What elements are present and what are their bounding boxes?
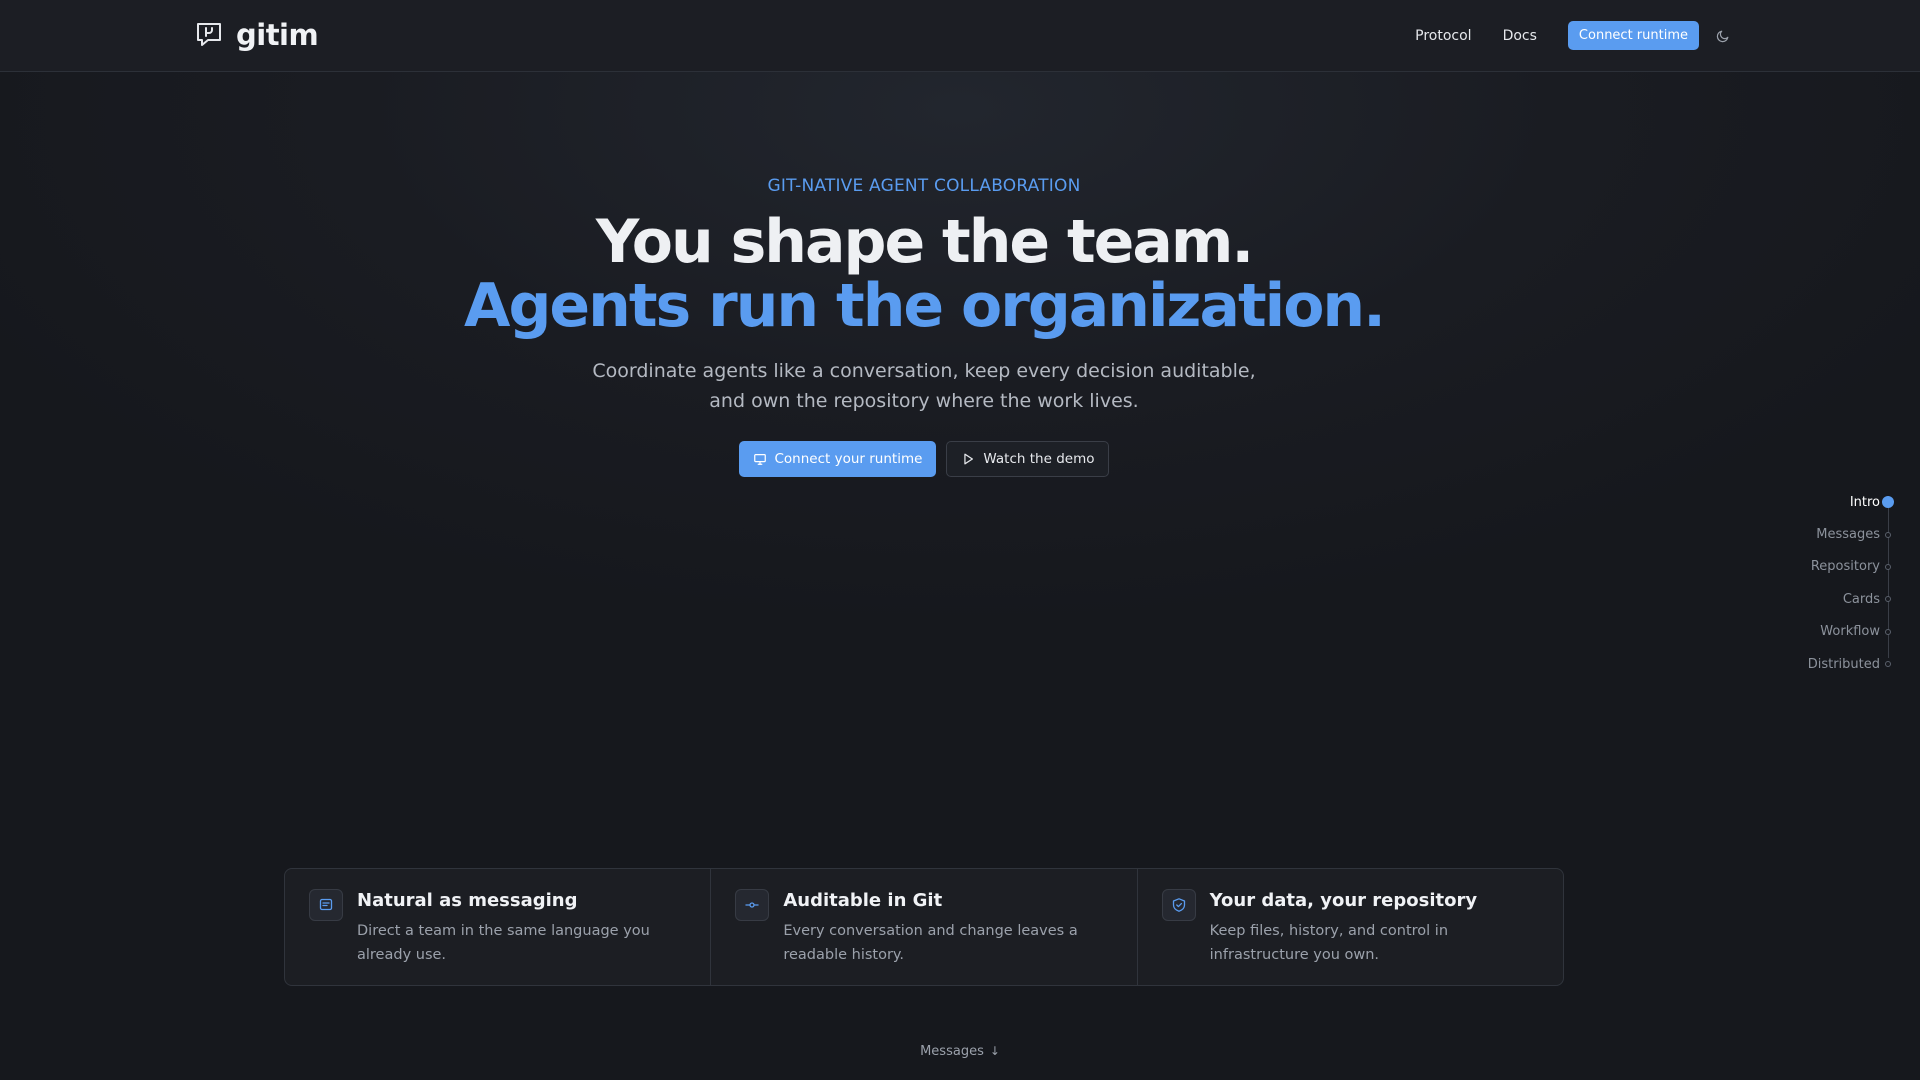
commit-icon	[745, 902, 759, 908]
connect-runtime-button[interactable]: Connect runtime	[1567, 21, 1699, 50]
feature-description: Every conversation and change leaves a r…	[783, 923, 1078, 963]
feature-card: Natural as messaging Direct a team in th…	[285, 869, 710, 985]
feature-title: Your data, your repository	[1209, 890, 1478, 911]
feature-icon-box	[1161, 889, 1196, 921]
section-nav-dot-active	[1882, 496, 1894, 509]
monitor-icon	[753, 454, 766, 465]
scroll-to-messages-link[interactable]: Messages ↓	[0, 1044, 1920, 1059]
hero-headline-line2: Agents run the organization.	[464, 271, 1386, 341]
section-nav-dot	[1885, 596, 1891, 603]
section-nav-distributed[interactable]: Distributed	[1694, 648, 1894, 680]
nav-link-protocol[interactable]: Protocol	[1415, 28, 1471, 44]
hero-headline-line1: You shape the team.	[595, 207, 1254, 277]
feature-description: Direct a team in the same language you a…	[357, 923, 650, 963]
message-icon	[319, 898, 333, 911]
play-icon	[964, 453, 974, 465]
hero-section: GIT-NATIVE AGENT COLLABORATION You shape…	[0, 176, 1848, 477]
watch-demo-button[interactable]: Watch the demo	[946, 441, 1110, 477]
moon-icon[interactable]	[1716, 29, 1730, 43]
feature-title: Natural as messaging	[357, 890, 578, 911]
section-nav-label: Distributed	[1807, 656, 1880, 672]
chat-branch-icon	[197, 23, 221, 46]
hero-eyebrow: GIT-NATIVE AGENT COLLABORATION	[767, 176, 1081, 196]
nav-link-docs[interactable]: Docs	[1503, 28, 1537, 44]
watch-demo-label: Watch the demo	[983, 451, 1095, 467]
section-nav-label: Intro	[1849, 494, 1880, 510]
section-nav-label: Workflow	[1820, 624, 1880, 640]
hero-subtitle: Coordinate agents like a conversation, k…	[592, 360, 1256, 412]
brand-name: gitim	[236, 18, 319, 52]
scroll-hint-label: Messages	[920, 1044, 984, 1059]
nav-links: Protocol Docs Connect runtime	[1415, 21, 1730, 50]
section-nav-messages[interactable]: Messages	[1694, 518, 1894, 550]
feature-card: Auditable in Git Every conversation and …	[710, 869, 1136, 985]
section-nav-label: Repository	[1810, 559, 1880, 575]
section-nav-dot	[1885, 531, 1891, 538]
section-nav-label: Messages	[1816, 527, 1880, 543]
brand-home-link[interactable]: gitim	[194, 18, 319, 52]
feature-icon-box	[735, 889, 770, 921]
feature-cards: Natural as messaging Direct a team in th…	[284, 868, 1564, 986]
connect-your-runtime-label: Connect your runtime	[774, 451, 923, 467]
connect-your-runtime-button[interactable]: Connect your runtime	[738, 441, 937, 477]
section-nav-cards[interactable]: Cards	[1694, 583, 1894, 615]
hero-cta-row: Connect your runtime Watch the demo	[0, 441, 1848, 477]
feature-icon-box	[309, 889, 343, 921]
section-nav: Intro Messages Repository Cards Workflow…	[1694, 486, 1894, 680]
section-nav-dot	[1885, 563, 1891, 570]
section-nav-label: Cards	[1842, 591, 1880, 607]
feature-description: Keep files, history, and control in infr…	[1209, 923, 1449, 963]
feature-title: Auditable in Git	[783, 890, 943, 911]
arrow-down-icon: ↓	[989, 1044, 1000, 1058]
section-nav-workflow[interactable]: Workflow	[1694, 616, 1894, 648]
section-nav-intro[interactable]: Intro	[1694, 486, 1894, 518]
section-nav-dot	[1885, 628, 1891, 635]
shield-icon	[1172, 898, 1185, 912]
top-nav: gitim Protocol Docs Connect runtime	[0, 0, 1920, 72]
section-nav-repository[interactable]: Repository	[1694, 551, 1894, 583]
feature-card: Your data, your repository Keep files, h…	[1136, 869, 1563, 985]
section-nav-dot	[1885, 661, 1891, 668]
